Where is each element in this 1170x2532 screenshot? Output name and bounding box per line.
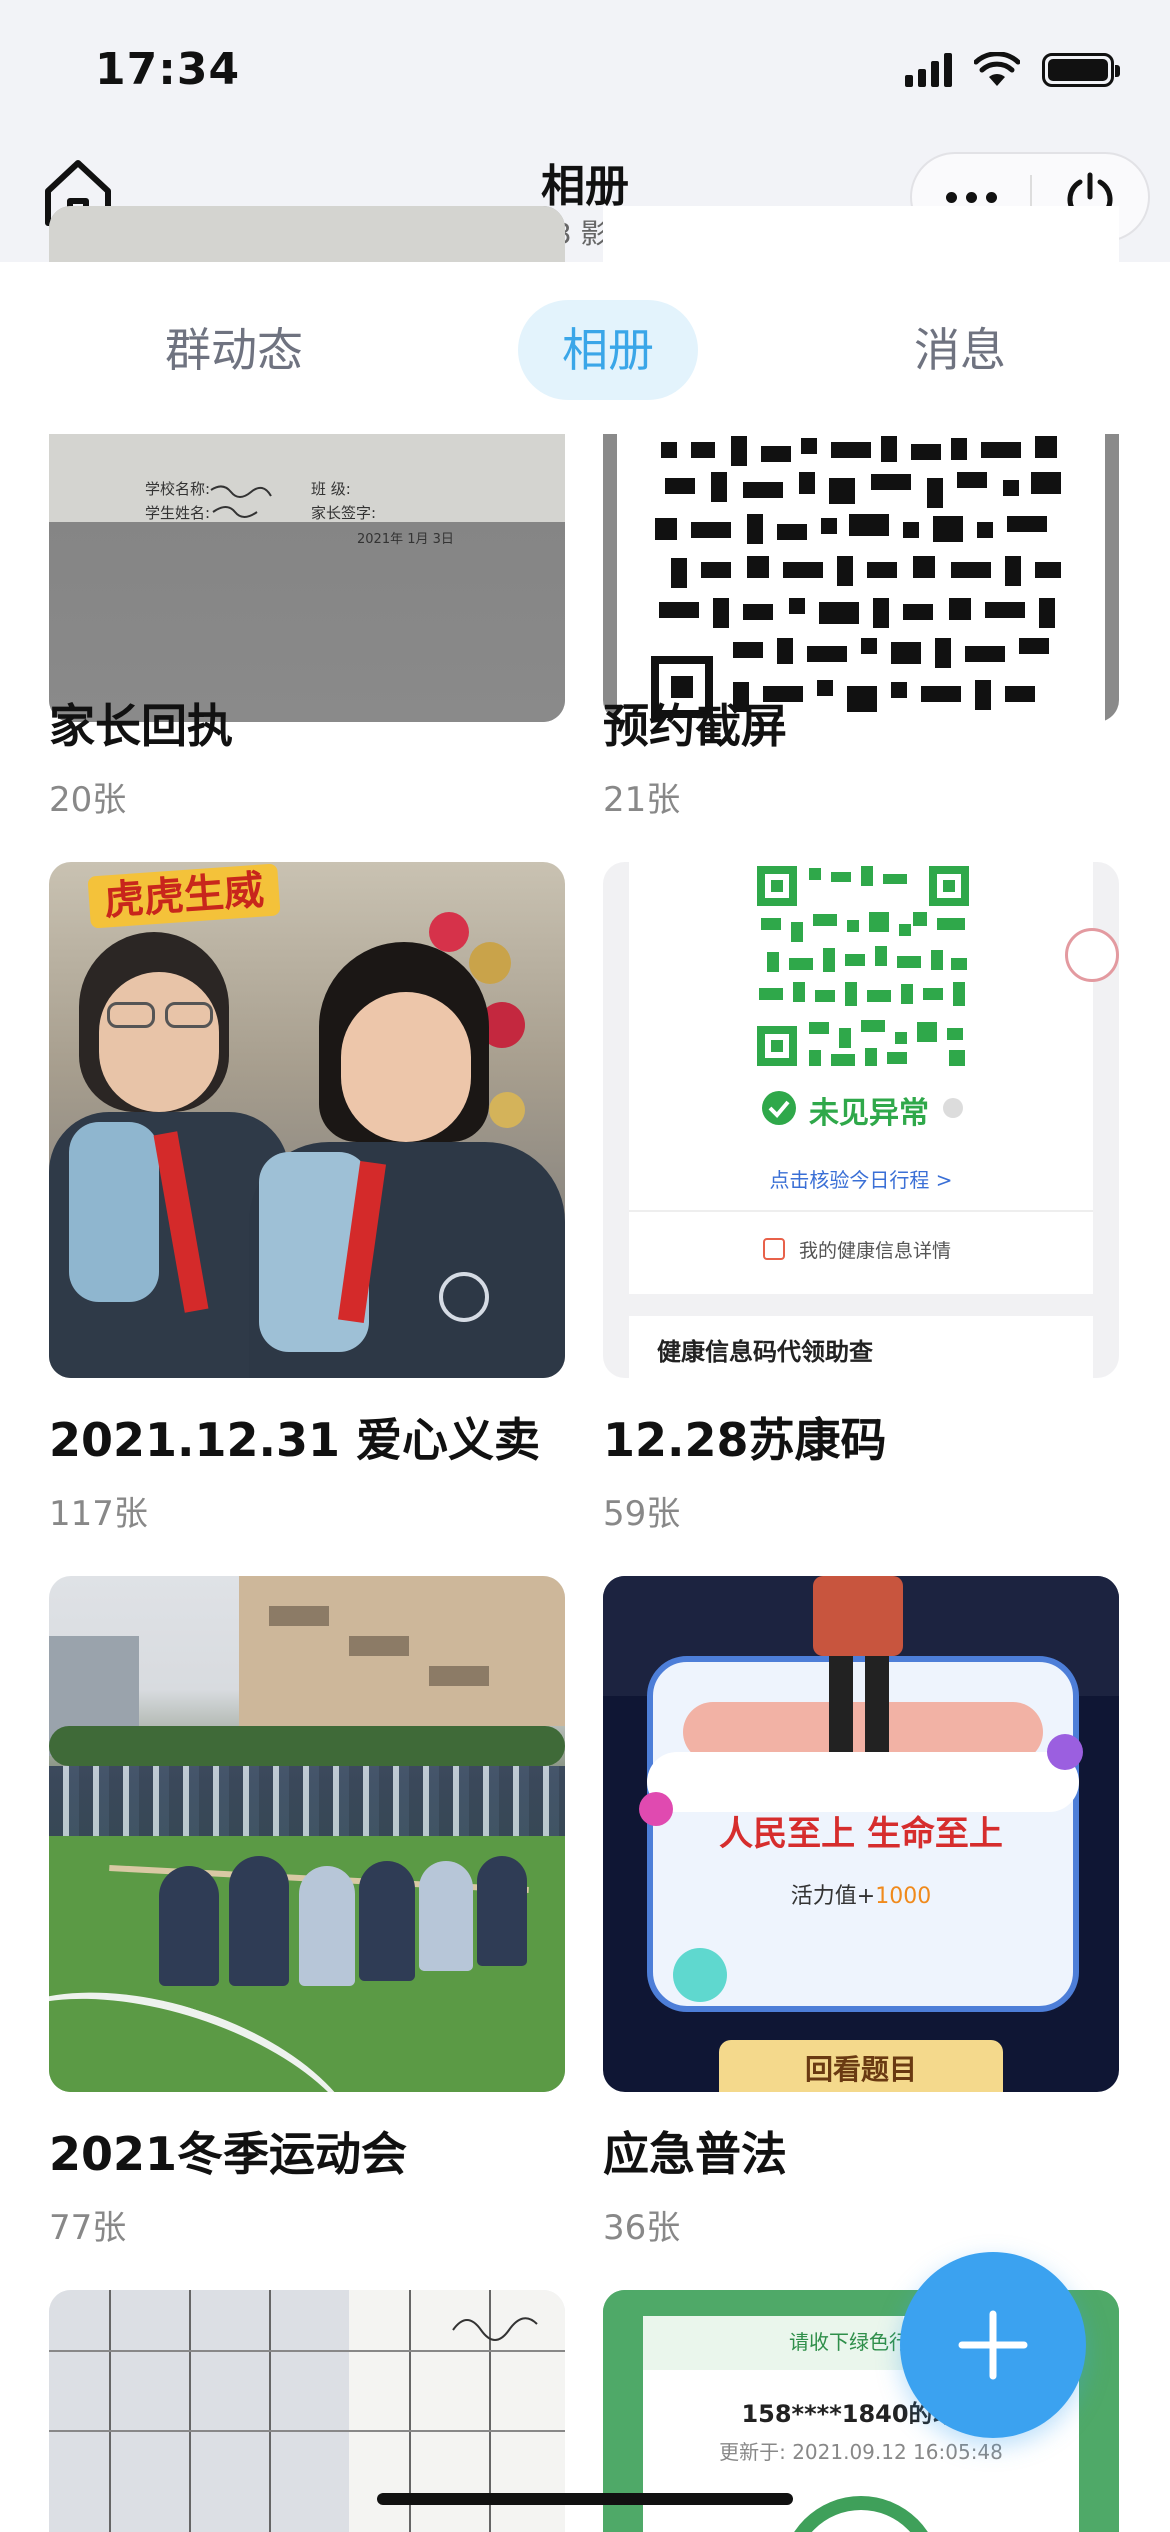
- health-link: 点击核验今日行程 >: [769, 1168, 953, 1192]
- dot-icon: [965, 191, 977, 203]
- album-name: 2021冬季运动会: [49, 2127, 408, 2181]
- banner-sign: 虎虎生威: [87, 863, 281, 929]
- album-card[interactable]: 2021冬季运动会 77张: [49, 1576, 565, 2249]
- add-album-button[interactable]: [900, 2252, 1086, 2438]
- tab-bar-overlay: 群动态 相册 消息: [0, 262, 1170, 434]
- green-updated: 更新于: 2021.09.12 16:05:48: [719, 2440, 1003, 2464]
- album-name: 12.28苏康码: [603, 1413, 887, 1467]
- health-status: 未见异常: [809, 1096, 929, 1131]
- health-proxy: 健康信息码代领助查: [657, 1338, 873, 1366]
- handwriting-scribble: [452, 2317, 538, 2341]
- mute-icon: [1065, 928, 1119, 982]
- receipt-text: 学生姓名:: [145, 504, 211, 522]
- album-card[interactable]: 虎虎生威 2021.12.31 爱心义卖 117张: [49, 862, 565, 1535]
- album-count: 36张: [603, 2208, 681, 2248]
- tab-group-feed[interactable]: 群动态: [124, 300, 344, 400]
- receipt-text: 家长签字:: [311, 504, 377, 522]
- status-icons: [905, 52, 1120, 88]
- album-info: 家长回执 20张: [49, 690, 233, 821]
- plus-icon: [958, 2310, 1028, 2380]
- tab-messages[interactable]: 消息: [870, 300, 1050, 400]
- receipt-date: 2021年 1月 3日: [357, 532, 454, 547]
- album-info: 预约截屏 21张: [603, 690, 787, 821]
- handwriting-scribble: [210, 485, 272, 518]
- home-indicator: [377, 2493, 793, 2505]
- dot-icon: [945, 191, 957, 203]
- album-name: 应急普法: [603, 2127, 787, 2181]
- album-count: 77张: [49, 2208, 127, 2248]
- battery-icon: [1042, 53, 1120, 87]
- album-name: 2021.12.31 爱心义卖: [49, 1413, 541, 1467]
- album-count: 21张: [603, 780, 681, 820]
- health-info: 我的健康信息详情: [799, 1240, 952, 1262]
- green-header: 请收下绿色行: [789, 2330, 909, 2354]
- law-title: 人民至上 生命至上: [719, 1814, 1003, 1854]
- album-card[interactable]: 人民至上 生命至上 活力值+1000 回看题目 应急普法 36张: [603, 1576, 1119, 2249]
- album-thumbnail: [49, 1576, 565, 2092]
- status-time: 17:34: [95, 44, 241, 95]
- wifi-icon: [974, 52, 1020, 86]
- tab-albums[interactable]: 相册: [518, 300, 698, 400]
- receipt-text: 学校名称:: [145, 480, 211, 498]
- album-thumbnail: 虎虎生威: [49, 862, 565, 1378]
- receipt-text: 班 级:: [311, 480, 351, 498]
- album-count: 59张: [603, 1494, 681, 1534]
- health-qr-code: [753, 862, 973, 1070]
- album-count: 20张: [49, 780, 127, 820]
- album-thumbnail: 人民至上 生命至上 活力值+1000 回看题目: [603, 1576, 1119, 2092]
- album-thumbnail: 未见异常 点击核验今日行程 > 我的健康信息详情 健康信息码代领助查: [603, 862, 1119, 1378]
- dot-icon: [985, 191, 997, 203]
- check-circle-icon: [762, 1091, 796, 1125]
- law-energy: 活力值+1000: [790, 1884, 932, 1909]
- cellular-signal-icon: [905, 53, 952, 87]
- album-name: 家长回执: [49, 699, 233, 753]
- qr-code-image: [651, 432, 1071, 722]
- album-count: 117张: [49, 1494, 148, 1534]
- album-name: 预约截屏: [603, 699, 787, 753]
- heart-icon: [763, 1238, 785, 1260]
- album-card[interactable]: 未见异常 点击核验今日行程 > 我的健康信息详情 健康信息码代领助查 12.28…: [603, 862, 1119, 1535]
- law-button: 回看题目: [804, 2053, 917, 2086]
